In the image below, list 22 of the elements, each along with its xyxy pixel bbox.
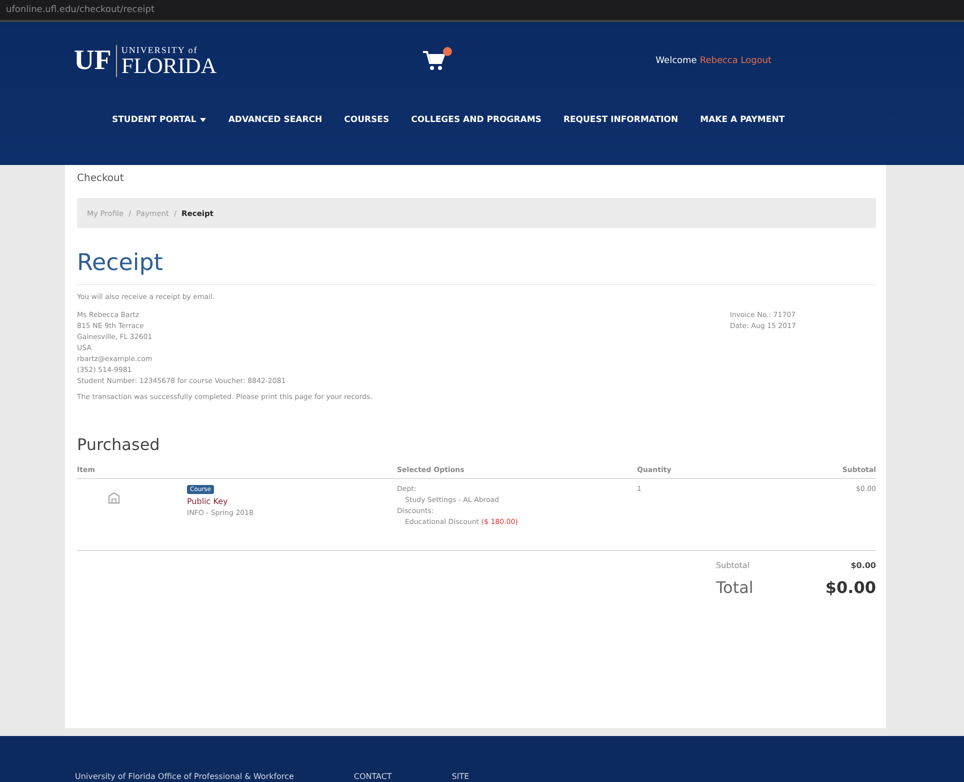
total-value: $0.00 — [824, 578, 876, 597]
subtotal-value: $0.00 — [850, 561, 876, 570]
total-label: Total — [716, 578, 754, 597]
nav-link[interactable]: REQUEST INFORMATION — [563, 115, 678, 125]
section-title: Purchased — [77, 435, 161, 454]
footer-heading: CONTACT — [354, 772, 392, 781]
subtotal-label: Subtotal — [716, 561, 751, 570]
account-link[interactable]: Rebecca Logout — [700, 56, 772, 66]
cart-icon[interactable] — [422, 50, 446, 72]
cart-badge — [442, 47, 452, 56]
item-name[interactable]: Public Key — [187, 497, 397, 506]
nav-link[interactable]: MAKE A PAYMENT — [700, 115, 785, 125]
footer-heading: SITE — [452, 772, 470, 781]
footer-heading: University of Florida Office of Professional & Workforce — [75, 772, 294, 781]
nav-link[interactable]: COURSES — [344, 115, 390, 125]
welcome-text: Welcome — [656, 56, 697, 66]
page-title: Receipt — [77, 250, 876, 285]
nav-link[interactable]: ADVANCED SEARCH — [228, 115, 322, 125]
nav-link[interactable]: STUDENT PORTAL — [112, 115, 206, 125]
nav-link[interactable]: COLLEGES AND PROGRAMS — [411, 115, 542, 125]
page-label: Checkout — [77, 173, 125, 184]
address-bar[interactable]: ufonline.ufl.edu/checkout/receipt — [6, 5, 154, 15]
